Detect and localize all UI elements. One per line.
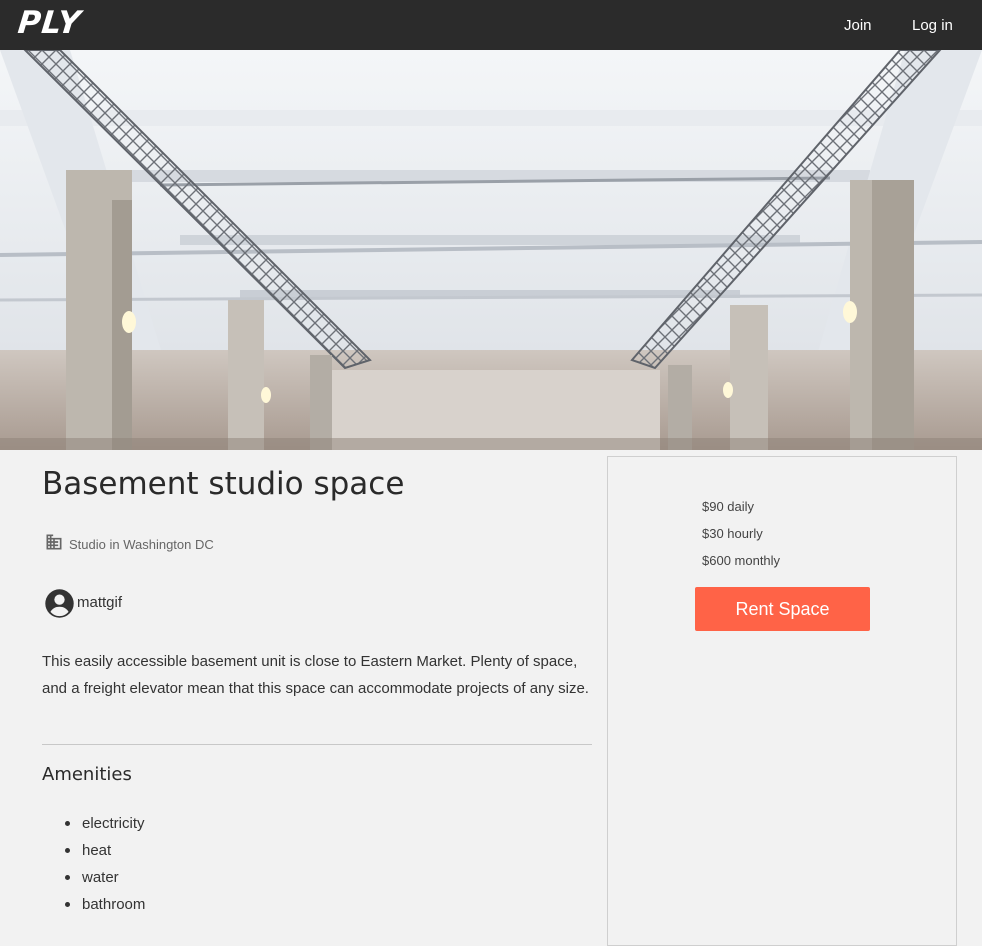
listing-description: This easily accessible basement unit is … <box>42 653 589 697</box>
host-name[interactable]: mattgif <box>77 594 122 611</box>
amenity-item: water <box>64 864 145 891</box>
price-daily: $90 daily <box>702 499 755 514</box>
navbar: PLY Join Log in <box>0 0 982 50</box>
building-icon <box>46 534 62 550</box>
price-card: $90 daily $30 hourly $600 monthly Rent S… <box>607 456 957 946</box>
account-circle-icon <box>45 589 74 618</box>
price-hourly: $30 hourly <box>702 526 763 541</box>
amenities-heading: Amenities <box>42 764 132 785</box>
amenity-item: electricity <box>64 810 145 837</box>
rent-space-button[interactable]: Rent Space <box>695 587 870 631</box>
listing-location: Studio in Washington DC <box>44 530 214 552</box>
divider <box>42 744 592 745</box>
amenity-item: bathroom <box>64 891 145 918</box>
price-monthly: $600 monthly <box>702 553 781 568</box>
join-link[interactable]: Join <box>844 17 872 34</box>
location-text: Studio in Washington DC <box>69 537 214 552</box>
amenity-item: heat <box>64 837 145 864</box>
login-link[interactable]: Log in <box>912 17 953 34</box>
listing-title: Basement studio space <box>42 466 405 502</box>
hero-image <box>0 50 982 450</box>
basement-photo <box>0 50 982 450</box>
host-info[interactable]: mattgif <box>44 588 122 619</box>
logo[interactable]: PLY <box>16 5 83 41</box>
amenities-list: electricity heat water bathroom <box>64 810 145 918</box>
